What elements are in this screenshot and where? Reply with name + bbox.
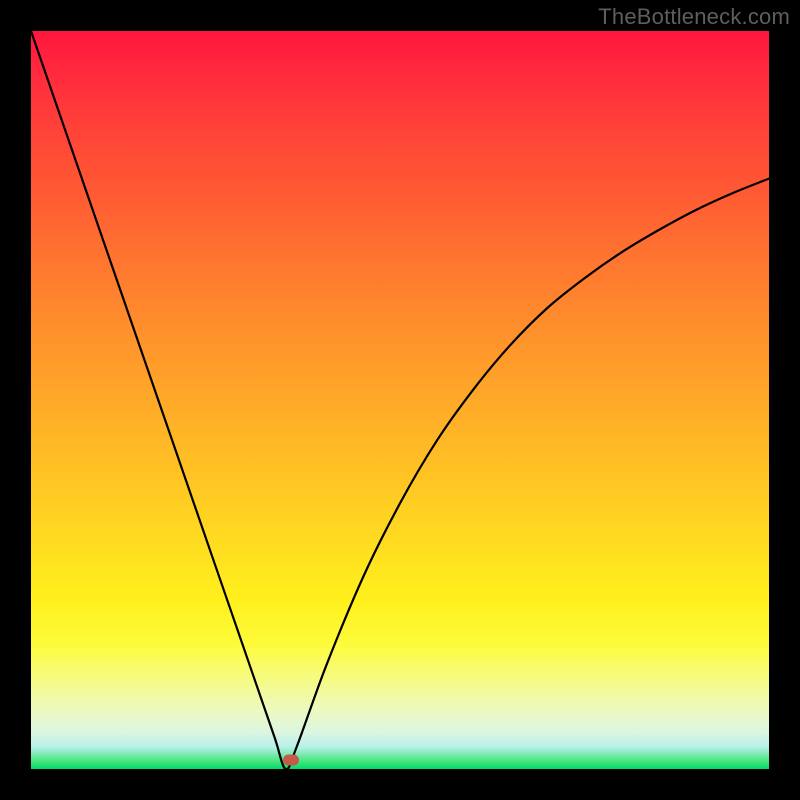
optimal-point-marker xyxy=(283,755,299,766)
plot-area xyxy=(31,31,769,769)
watermark-text: TheBottleneck.com xyxy=(598,4,790,30)
bottleneck-curve xyxy=(31,31,769,769)
chart-frame: TheBottleneck.com xyxy=(0,0,800,800)
